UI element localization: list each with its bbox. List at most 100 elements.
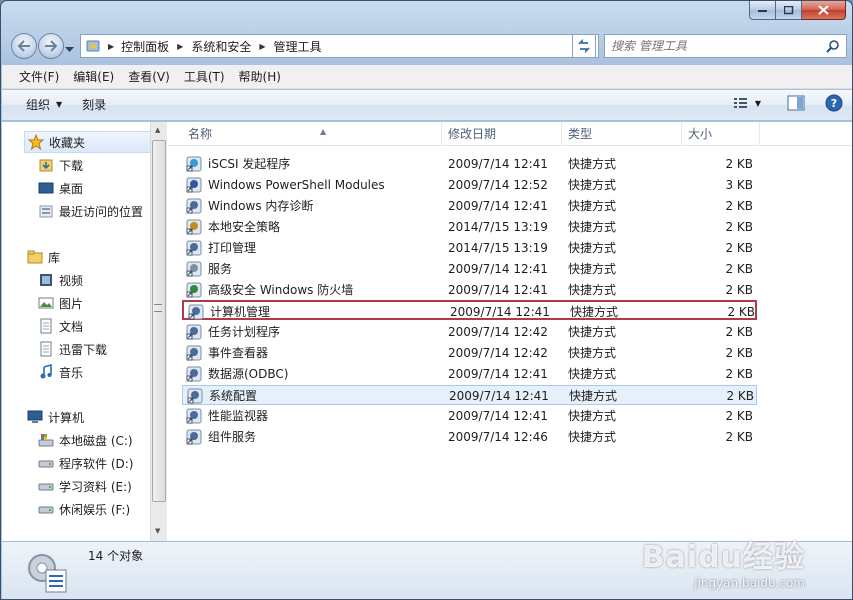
caption-buttons <box>749 1 846 20</box>
table-row[interactable]: 数据源(ODBC) 2009/7/14 12:41 快捷方式 2 KB <box>182 364 757 384</box>
sidebar-item-label: 最近访问的位置 <box>59 204 144 219</box>
file-size: 2 KB <box>727 305 755 319</box>
navigation-pane: 收藏夹 下载 桌面 最近访问的位置 库 视频 图片 文档 迅雷下载 音乐 计算机… <box>2 122 152 541</box>
table-row[interactable]: 系统配置 2009/7/14 12:41 快捷方式 2 KB <box>182 385 757 405</box>
shortcut-icon <box>186 408 202 424</box>
sidebar-favorites[interactable]: 收藏夹 <box>24 131 152 153</box>
sidebar-computer[interactable]: 计算机 <box>27 406 84 428</box>
scroll-down-icon[interactable]: ▼ <box>155 527 160 535</box>
sidebar-item-thunder-downloads[interactable]: 迅雷下载 <box>38 338 107 360</box>
column-header-name[interactable]: 名称 ▲ <box>182 122 442 146</box>
sidebar-item-label: 文档 <box>59 319 84 334</box>
sidebar-item-desktop[interactable]: 桌面 <box>38 177 83 199</box>
file-size: 2 KB <box>726 389 754 403</box>
column-header-size[interactable]: 大小 <box>682 122 760 146</box>
desktop-icon <box>38 182 54 194</box>
file-name: iSCSI 发起程序 <box>208 157 291 171</box>
watermark-logo: Baidu经验 <box>641 540 805 575</box>
view-dropdown-icon[interactable]: ▼ <box>755 99 761 108</box>
shortcut-icon <box>186 177 202 193</box>
file-name: 数据源(ODBC) <box>208 367 289 381</box>
minimize-button[interactable] <box>749 1 776 20</box>
breadcrumb-admin-tools[interactable]: 管理工具 <box>270 35 326 57</box>
admin-tools-icon <box>28 554 67 593</box>
table-row[interactable]: Windows 内存诊断 2009/7/14 12:41 快捷方式 2 KB <box>182 196 757 216</box>
close-button[interactable] <box>802 1 846 20</box>
file-size: 2 KB <box>725 409 753 423</box>
organize-label: 组织 <box>26 98 51 112</box>
table-row[interactable]: Windows PowerShell Modules 2009/7/14 12:5… <box>182 175 757 195</box>
sidebar-item-videos[interactable]: 视频 <box>38 269 83 291</box>
maximize-button[interactable] <box>776 1 802 20</box>
file-type: 快捷方式 <box>568 262 617 276</box>
menu-tools[interactable]: 工具(T) <box>177 66 232 88</box>
recent-pages-dropdown[interactable] <box>65 42 75 52</box>
column-header-type[interactable]: 类型 <box>562 122 682 146</box>
menu-edit[interactable]: 编辑(E) <box>66 66 121 88</box>
search-input[interactable] <box>611 39 821 53</box>
organize-button[interactable]: 组织 ▼ <box>16 93 72 117</box>
table-row[interactable]: iSCSI 发起程序 2009/7/14 12:41 快捷方式 2 KB <box>182 154 757 174</box>
breadcrumb-control-panel[interactable]: 控制面板 <box>117 35 173 57</box>
file-date: 2009/7/14 12:42 <box>448 325 548 339</box>
menu-view[interactable]: 查看(V) <box>121 66 177 88</box>
address-bar[interactable]: ▶ 控制面板 ▶ 系统和安全 ▶ 管理工具 ▼ <box>80 34 599 58</box>
table-row[interactable]: 组件服务 2009/7/14 12:46 快捷方式 2 KB <box>182 427 757 447</box>
table-row[interactable]: 性能监视器 2009/7/14 12:41 快捷方式 2 KB <box>182 406 757 426</box>
item-count: 14 个对象 <box>88 549 144 563</box>
table-row[interactable]: 高级安全 Windows 防火墙 2009/7/14 12:41 快捷方式 2 KB <box>182 280 757 300</box>
forward-button[interactable] <box>38 33 64 59</box>
breadcrumb-system-security[interactable]: 系统和安全 <box>187 35 255 57</box>
search-icon[interactable] <box>826 39 840 53</box>
scroll-up-icon[interactable]: ▲ <box>155 126 160 134</box>
table-row[interactable]: 打印管理 2014/7/15 13:19 快捷方式 2 KB <box>182 238 757 258</box>
shortcut-icon <box>186 261 202 277</box>
view-options-icon[interactable] <box>733 96 751 110</box>
sidebar-favorites-label: 收藏夹 <box>49 135 86 150</box>
sidebar-item-recent[interactable]: 最近访问的位置 <box>38 200 143 222</box>
sidebar-item-drive-f[interactable]: 休闲娱乐 (F:) <box>38 498 130 520</box>
sidebar-item-pictures[interactable]: 图片 <box>38 292 83 314</box>
sidebar-item-downloads[interactable]: 下载 <box>38 154 83 176</box>
scrollbar-thumb[interactable] <box>152 140 166 502</box>
breadcrumb-separator-icon[interactable]: ▶ <box>255 42 269 51</box>
file-date: 2009/7/14 12:41 <box>448 409 548 423</box>
breadcrumb-separator-icon[interactable]: ▶ <box>105 42 117 51</box>
menu-file[interactable]: 文件(F) <box>12 66 66 88</box>
sidebar-item-drive-d[interactable]: 程序软件 (D:) <box>38 452 133 474</box>
table-row[interactable]: 事件查看器 2009/7/14 12:42 快捷方式 2 KB <box>182 343 757 363</box>
file-size: 2 KB <box>725 199 753 213</box>
breadcrumb-separator-icon[interactable]: ▶ <box>173 42 187 51</box>
sidebar-item-music[interactable]: 音乐 <box>38 361 83 383</box>
file-date: 2014/7/15 13:19 <box>448 220 548 234</box>
file-size: 2 KB <box>725 157 753 171</box>
refresh-button[interactable] <box>572 34 596 58</box>
sidebar-item-drive-c[interactable]: 本地磁盘 (C:) <box>38 429 133 451</box>
sidebar-item-documents[interactable]: 文档 <box>38 315 83 337</box>
navigation-scrollbar[interactable]: ▲ ▼ <box>150 122 167 541</box>
table-row[interactable]: 计算机管理 2009/7/14 12:41 快捷方式 2 KB <box>182 300 757 320</box>
sidebar-item-drive-e[interactable]: 学习资料 (E:) <box>38 475 132 497</box>
downloads-folder-icon <box>39 159 53 172</box>
sidebar-libraries[interactable]: 库 <box>27 246 60 268</box>
table-row[interactable]: 服务 2009/7/14 12:41 快捷方式 2 KB <box>182 259 757 279</box>
shortcut-icon <box>186 240 202 256</box>
sidebar-item-label: 迅雷下载 <box>59 342 108 357</box>
column-name-label: 名称 <box>188 127 213 141</box>
preview-pane-icon[interactable] <box>787 95 805 111</box>
menu-help[interactable]: 帮助(H) <box>232 66 288 88</box>
table-row[interactable]: 任务计划程序 2009/7/14 12:42 快捷方式 2 KB <box>182 322 757 342</box>
recent-places-icon <box>39 205 53 218</box>
burn-button[interactable]: 刻录 <box>72 93 116 117</box>
address-root[interactable] <box>81 35 105 57</box>
file-date: 2009/7/14 12:41 <box>448 367 548 381</box>
file-date: 2009/7/14 12:42 <box>448 346 548 360</box>
help-icon[interactable]: ? <box>825 94 843 112</box>
system-drive-icon <box>38 434 54 447</box>
file-type: 快捷方式 <box>568 325 617 339</box>
table-row[interactable]: 本地安全策略 2014/7/15 13:19 快捷方式 2 KB <box>182 217 757 237</box>
column-header-date[interactable]: 修改日期 <box>442 122 562 146</box>
column-date-label: 修改日期 <box>448 127 497 141</box>
back-button[interactable] <box>11 33 37 59</box>
file-date: 2009/7/14 12:41 <box>448 157 548 171</box>
